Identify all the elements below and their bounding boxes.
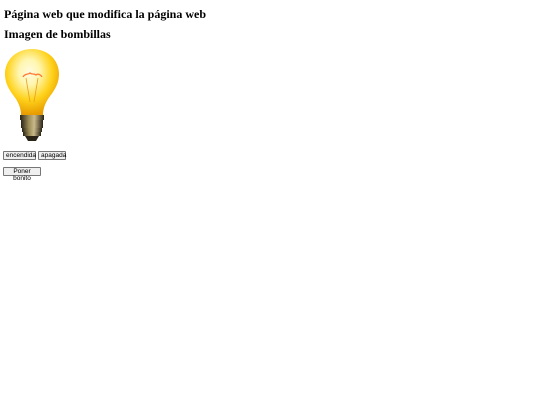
section-heading: Imagen de bombillas xyxy=(4,27,111,41)
turn-on-button[interactable]: encendida xyxy=(3,151,36,160)
make-pretty-button[interactable]: Poner bonito xyxy=(3,167,41,182)
lightbulb-icon xyxy=(5,49,59,141)
page-title: Página web que modifica la página web xyxy=(4,7,207,21)
turn-off-button[interactable]: apagada xyxy=(38,151,66,160)
